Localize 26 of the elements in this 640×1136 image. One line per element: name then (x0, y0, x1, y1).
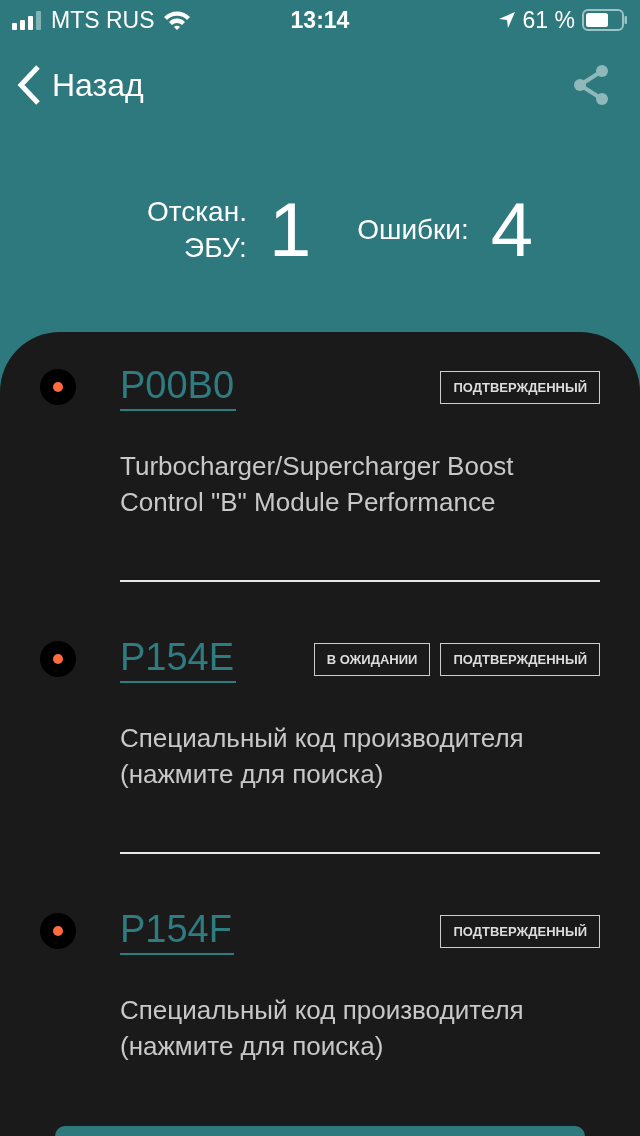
stat-label: Ошибки: (357, 213, 469, 247)
signal-icon (12, 10, 44, 30)
location-arrow-icon (497, 11, 516, 29)
chevron-left-icon (16, 64, 42, 106)
error-description: Turbocharger/Supercharger Boost Control "B" Module Performance (120, 450, 515, 519)
status-tag: В ОЖИДАНИИ (313, 642, 431, 676)
status-dot-icon (40, 641, 76, 677)
back-button[interactable]: Назад (16, 64, 144, 106)
share-icon[interactable] (572, 64, 610, 106)
error-description: Специальный код производителя (нажмите для поиска) (120, 722, 525, 791)
battery-icon (582, 9, 628, 31)
status-time: 13:14 (290, 6, 350, 34)
error-code-link[interactable]: P154E (120, 635, 237, 683)
status-dot-icon (40, 913, 76, 949)
error-code-link[interactable]: P00B0 (120, 363, 237, 411)
status-tag: ПОДТВЕРЖДЕННЫЙ (440, 914, 600, 948)
stat-value: 1 (268, 190, 312, 270)
battery-percent: 61 % (522, 6, 575, 34)
error-code-link[interactable]: P154F (120, 907, 234, 955)
status-tag: ПОДТВЕРЖДЕННЫЙ (440, 370, 600, 404)
stat-label: Отскан. ЭБУ: (146, 195, 247, 265)
status-dot-icon (40, 369, 76, 405)
error-description: Специальный код производителя (нажмите для поиска) (120, 994, 525, 1063)
stat-value: 4 (490, 190, 534, 270)
carrier-name: MTS RUS (51, 6, 155, 34)
status-tag: ПОДТВЕРЖДЕННЫЙ (440, 642, 600, 676)
